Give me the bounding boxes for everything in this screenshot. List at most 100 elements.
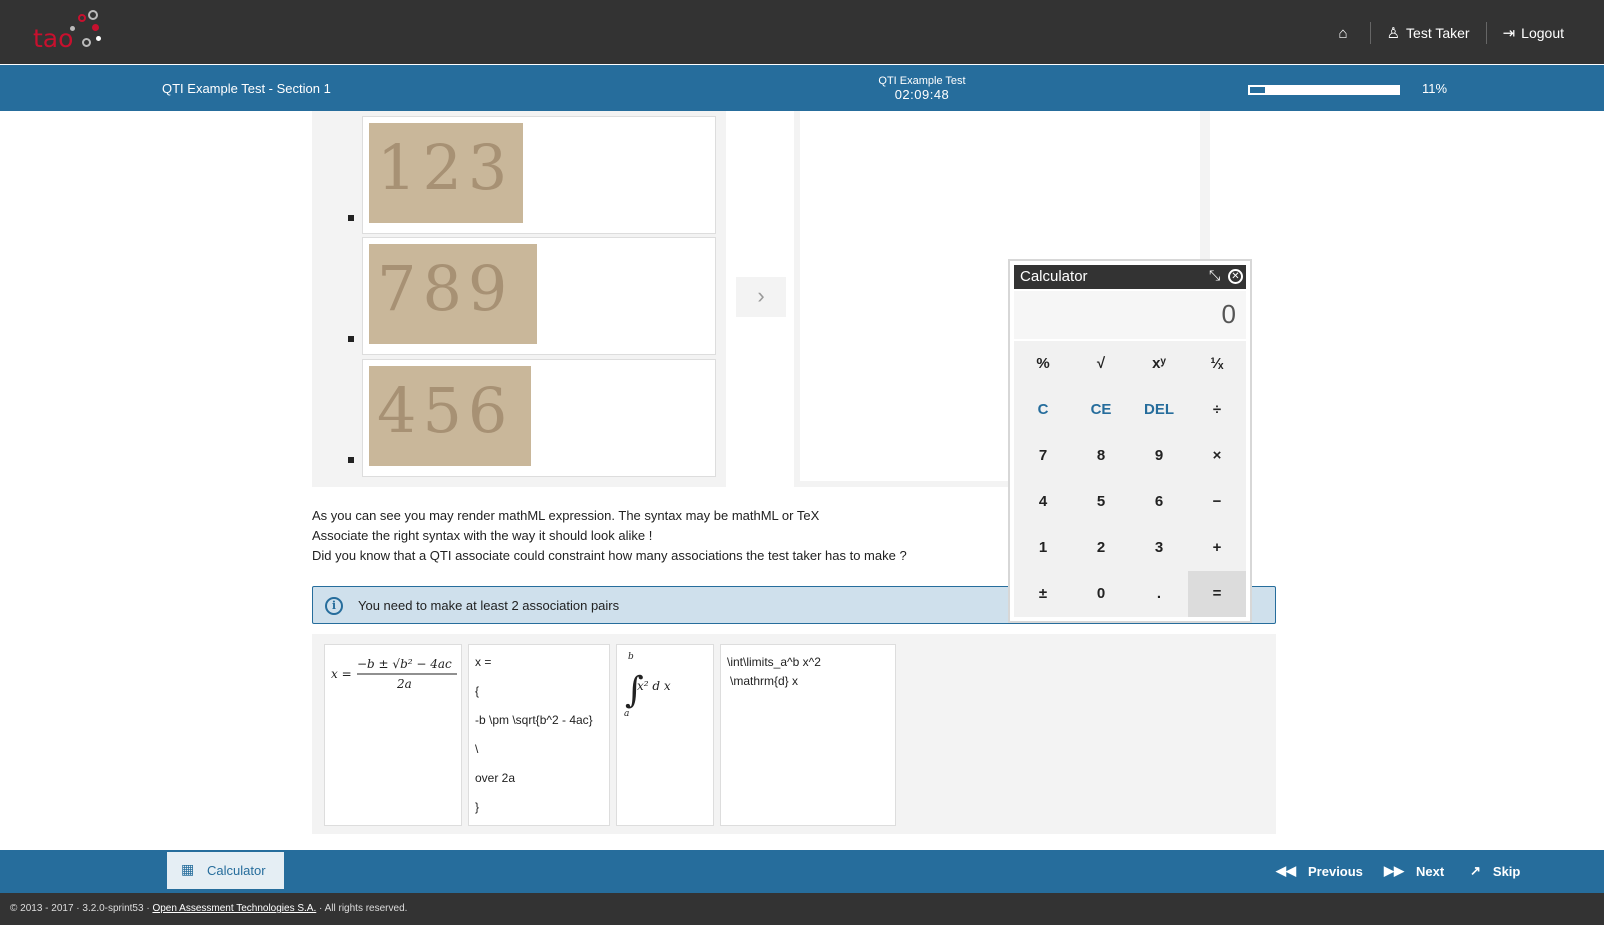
previous-button[interactable]: ◀◀ Previous [1276, 863, 1363, 879]
quadratic-formula-render: x = −b ± √b² − 4ac 2a [331, 657, 457, 691]
list-bullet [348, 457, 354, 463]
backward-icon: ◀◀ [1276, 863, 1296, 878]
calc-key-multiply[interactable]: × [1188, 433, 1246, 479]
test-taker-label: Test Taker [1406, 25, 1470, 41]
tex-line: over 2a [475, 771, 516, 785]
list-bullet [348, 215, 354, 221]
calculator-title: Calculator [1020, 268, 1088, 285]
tex-line: \int\limits_a^b x^2 [727, 655, 821, 669]
choice-quadratic-rendered[interactable]: x = −b ± √b² − 4ac 2a [324, 644, 462, 826]
home-link[interactable]: ⌂ [1323, 22, 1370, 44]
formula-lhs: x = [331, 667, 352, 681]
forward-icon: ▶▶ [1384, 863, 1404, 878]
calc-key-add[interactable]: + [1188, 525, 1246, 571]
calc-key-sqrt[interactable]: √ [1072, 341, 1130, 387]
logo-dot [92, 24, 99, 31]
image-digits: 789 [377, 252, 514, 325]
test-title: QTI Example Test [878, 75, 966, 87]
action-bar: ▦ Calculator ◀◀ Previous ▶▶ Next ↗ Skip [0, 850, 1604, 893]
skip-label: Skip [1492, 863, 1521, 879]
calc-key-9[interactable]: 9 [1130, 433, 1188, 479]
calc-key-1[interactable]: 1 [1014, 525, 1072, 571]
copyright-suffix: · All rights reserved. [316, 903, 408, 914]
instruction-message: You need to make at least 2 association … [358, 598, 620, 613]
tex-line: { [475, 684, 480, 698]
calc-key-percent[interactable]: % [1014, 341, 1072, 387]
calc-key-divide[interactable]: ÷ [1188, 387, 1246, 433]
close-icon[interactable]: ✕ [1228, 269, 1243, 284]
test-info-bar: QTI Example Test - Section 1 QTI Example… [0, 65, 1604, 111]
calc-key-power[interactable]: xʸ [1130, 341, 1188, 387]
oat-link[interactable]: Open Assessment Technologies S.A. [152, 903, 316, 914]
calc-key-3[interactable]: 3 [1130, 525, 1188, 571]
calculator-button[interactable]: ▦ Calculator [167, 852, 284, 889]
choice-integral-tex[interactable]: \int\limits_a^b x^2 \mathrm{d} x [720, 644, 896, 826]
logo-dot [88, 10, 98, 20]
progress-bar [1248, 85, 1400, 95]
section-title: QTI Example Test - Section 1 [162, 81, 331, 96]
tao-logo[interactable]: tao [30, 8, 110, 58]
calculator-display: 0 [1014, 291, 1246, 339]
tex-line: \ [475, 742, 479, 756]
sand-digits-image: 456 [369, 366, 531, 466]
calculator-button-label: Calculator [207, 863, 266, 878]
progress-fill [1249, 86, 1266, 94]
logout-link[interactable]: ⇥ Logout [1487, 22, 1580, 44]
order-choice-item[interactable]: 123 [362, 116, 716, 234]
previous-label: Previous [1308, 863, 1363, 879]
move-right-button[interactable]: › [736, 277, 786, 317]
info-icon: i [325, 597, 343, 615]
calc-key-subtract[interactable]: − [1188, 479, 1246, 525]
calc-key-8[interactable]: 8 [1072, 433, 1130, 479]
test-taker-link[interactable]: ♙ Test Taker [1371, 22, 1486, 44]
calc-key-4[interactable]: 4 [1014, 479, 1072, 525]
calc-key-decimal[interactable]: . [1130, 571, 1188, 617]
calc-key-6[interactable]: 6 [1130, 479, 1188, 525]
calc-key-clear[interactable]: C [1014, 387, 1072, 433]
prompt-line: As you can see you may render mathML exp… [312, 508, 820, 523]
order-choice-item[interactable]: 789 [362, 237, 716, 355]
home-icon: ⌂ [1338, 24, 1348, 42]
collapse-icon[interactable]: ⤡ [1209, 267, 1220, 284]
calc-key-equals[interactable]: = [1188, 571, 1246, 617]
integral-lower-limit: a [624, 709, 629, 719]
calculator-icon: ▦ [181, 861, 195, 877]
tex-line: x = [475, 655, 492, 669]
calc-key-2[interactable]: 2 [1072, 525, 1130, 571]
calc-key-5[interactable]: 5 [1072, 479, 1130, 525]
calculator-titlebar[interactable]: Calculator ⤡ ✕ [1014, 265, 1246, 289]
next-label: Next [1416, 863, 1445, 879]
choice-quadratic-tex[interactable]: x = { -b \pm \sqrt{b^2 - 4ac} \ over 2a … [468, 644, 610, 826]
image-digits: 123 [377, 131, 514, 204]
choice-integral-rendered[interactable]: b ∫ a x² d x [616, 644, 714, 826]
order-choice-list: 123 789 456 [312, 111, 726, 487]
calc-key-7[interactable]: 7 [1014, 433, 1072, 479]
calc-key-reciprocal[interactable]: ¹⁄ₓ [1188, 341, 1246, 387]
prompt-line: Associate the right syntax with the way … [312, 528, 653, 543]
skip-button[interactable]: ↗ Skip [1470, 863, 1520, 879]
next-button[interactable]: ▶▶ Next [1384, 863, 1444, 879]
logo-text: tao [33, 24, 74, 53]
calc-key-negate[interactable]: ± [1014, 571, 1072, 617]
item-prompt: As you can see you may render mathML exp… [312, 506, 907, 566]
logo-dot [96, 36, 101, 41]
test-header: QTI Example Test 02:09:48 [878, 74, 965, 102]
logout-icon: ⇥ [1502, 25, 1516, 42]
integral-upper-limit: b [628, 652, 634, 662]
image-digits: 456 [377, 374, 514, 447]
tex-line: \mathrm{d} x [730, 674, 799, 688]
integral-render: b ∫ a x² d x [624, 652, 671, 719]
calc-key-delete[interactable]: DEL [1130, 387, 1188, 433]
progress-label: 11% [1422, 81, 1448, 96]
list-bullet [348, 336, 354, 342]
logout-label: Logout [1521, 25, 1564, 41]
prompt-line: Did you know that a QTI associate could … [312, 548, 907, 563]
calc-key-clear-entry[interactable]: CE [1072, 387, 1130, 433]
copyright-bar: © 2013 - 2017 · 3.2.0-sprint53 · Open As… [0, 893, 1604, 925]
calc-key-0[interactable]: 0 [1072, 571, 1130, 617]
associate-choices: x = −b ± √b² − 4ac 2a x = { -b \pm \sqrt… [312, 634, 1276, 834]
calculator-widget[interactable]: Calculator ⤡ ✕ 0 % √ xʸ ¹⁄ₓ C CE DEL ÷ 7… [1008, 259, 1252, 623]
order-choice-item[interactable]: 456 [362, 359, 716, 477]
sand-digits-image: 789 [369, 244, 537, 344]
logo-dot [78, 14, 86, 22]
